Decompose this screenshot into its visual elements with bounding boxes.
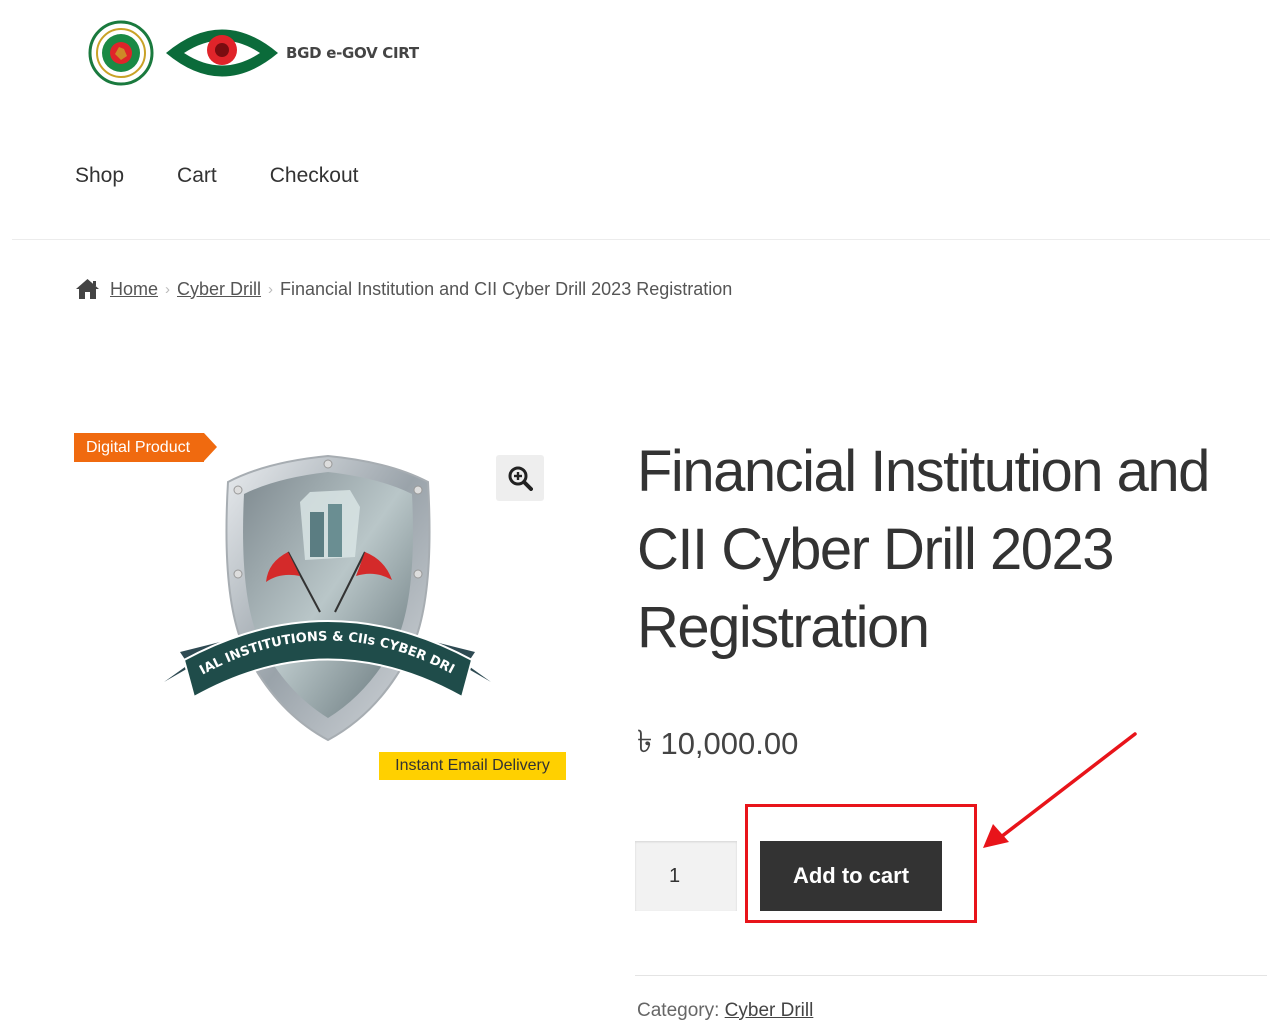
zoom-button[interactable] [496,455,544,501]
cirt-eye-logo-icon [166,29,278,77]
chevron-right-icon: › [165,280,171,298]
category-label: Category: [637,1000,720,1021]
currency-symbol: ৳ [637,724,653,759]
price-amount: 10,000.00 [660,726,799,761]
brand-text: BGD e-GOV CIRT [286,44,419,62]
breadcrumb-current: Financial Institution and CII Cyber Dril… [280,278,733,299]
header-divider [12,239,1270,240]
category-link[interactable]: Cyber Drill [725,1000,814,1021]
product-meta: Category: Cyber Drill [637,1000,813,1022]
primary-navigation: Shop Cart Checkout [75,164,411,188]
add-to-cart-button[interactable]: Add to cart [760,841,942,911]
quantity-input[interactable] [635,841,737,911]
breadcrumb-category-link[interactable]: Cyber Drill [177,279,261,300]
breadcrumb: Home › Cyber Drill › Financial Instituti… [75,278,732,300]
breadcrumb-home-link[interactable]: Home [110,279,158,300]
product-price: ৳ 10,000.00 [637,718,798,770]
nav-item-shop[interactable]: Shop [75,164,124,188]
product-page: BGD e-GOV CIRT Shop Cart Checkout Home ›… [0,0,1270,1025]
product-image[interactable]: FINANCIAL INSTITUTIONS & CIIs CYBER DRIL… [160,452,495,744]
summary-divider [635,975,1267,976]
nav-item-checkout[interactable]: Checkout [270,164,359,188]
annotation-arrow-icon [983,732,1137,848]
home-icon [76,279,99,299]
zoom-in-icon [508,466,533,491]
product-title: Financial Institution and CII Cyber Dril… [637,439,1210,660]
site-logo[interactable]: BGD e-GOV CIRT [88,18,419,88]
instant-delivery-badge: Instant Email Delivery [379,752,566,780]
nav-item-cart[interactable]: Cart [177,164,217,188]
chevron-right-icon: › [268,280,274,298]
government-seal-icon [88,20,154,86]
